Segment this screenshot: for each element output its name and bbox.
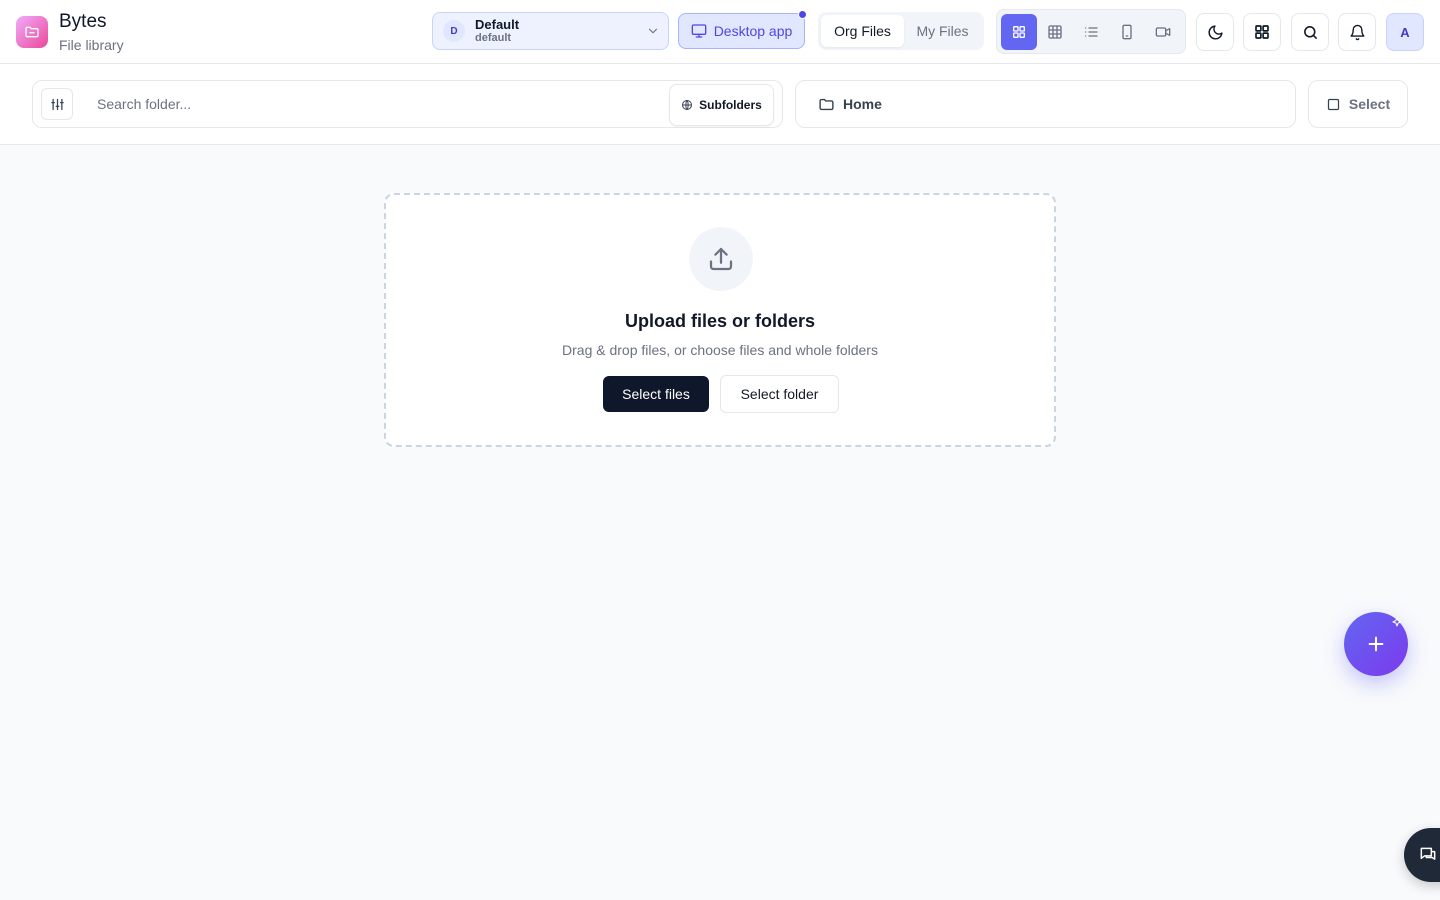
app-title: Bytes bbox=[59, 10, 107, 32]
search-icon bbox=[1302, 24, 1319, 41]
notifications-button[interactable] bbox=[1338, 13, 1376, 51]
theme-toggle-button[interactable] bbox=[1196, 13, 1234, 51]
subfolders-label: Subfolders bbox=[699, 98, 762, 112]
table-view-button[interactable] bbox=[1037, 14, 1073, 50]
notification-dot bbox=[798, 10, 807, 19]
workspace-avatar: D bbox=[443, 20, 465, 42]
moon-icon bbox=[1207, 24, 1224, 41]
folder-toolbar: Subfolders Home Select bbox=[0, 64, 1440, 145]
search-input[interactable] bbox=[97, 93, 657, 115]
breadcrumb[interactable]: Home bbox=[795, 80, 1296, 128]
ai-create-fab[interactable] bbox=[1344, 612, 1408, 676]
chevron-down-icon bbox=[646, 24, 660, 38]
global-search-button[interactable] bbox=[1291, 13, 1329, 51]
select-files-button[interactable]: Select files bbox=[603, 376, 709, 412]
monitor-icon bbox=[691, 23, 707, 39]
workspace-name: Default bbox=[475, 16, 520, 32]
chat-support-button[interactable] bbox=[1404, 828, 1440, 882]
list-view-icon bbox=[1083, 24, 1099, 40]
app-header: Bytes File library D Default default Des… bbox=[0, 0, 1440, 64]
app-subtitle: File library bbox=[59, 36, 124, 53]
tab-org-files[interactable]: Org Files bbox=[821, 15, 904, 47]
tab-my-files[interactable]: My Files bbox=[904, 15, 981, 47]
desktop-app-button[interactable]: Desktop app bbox=[678, 10, 807, 49]
scope-toggle: Org Files My Files bbox=[818, 12, 984, 50]
list-view-button[interactable] bbox=[1073, 14, 1109, 50]
mobile-view-button[interactable] bbox=[1109, 14, 1145, 50]
folder-search: Subfolders bbox=[32, 80, 783, 128]
apps-button[interactable] bbox=[1243, 13, 1281, 51]
dropzone-title: Upload files or folders bbox=[624, 311, 816, 331]
user-avatar[interactable]: A bbox=[1386, 13, 1424, 51]
desktop-app-label: Desktop app bbox=[713, 23, 793, 39]
upload-icon bbox=[689, 227, 753, 291]
grid-view-icon bbox=[1011, 24, 1027, 40]
folder-outline-icon bbox=[818, 96, 835, 113]
mobile-view-icon bbox=[1119, 24, 1135, 40]
sliders-icon bbox=[50, 97, 65, 112]
subfolders-toggle[interactable]: Subfolders bbox=[669, 84, 774, 126]
folder-icon bbox=[16, 16, 48, 48]
sparkle-icon bbox=[1390, 616, 1404, 630]
select-folder-button[interactable]: Select folder bbox=[720, 375, 839, 413]
bell-icon bbox=[1349, 24, 1366, 41]
apps-grid-icon bbox=[1253, 23, 1271, 41]
video-view-button[interactable] bbox=[1145, 14, 1181, 50]
grid-view-button[interactable] bbox=[1001, 13, 1037, 50]
video-view-icon bbox=[1155, 24, 1171, 40]
select-mode-button[interactable]: Select bbox=[1308, 80, 1408, 128]
table-view-icon bbox=[1047, 24, 1063, 40]
chat-icon bbox=[1418, 845, 1438, 865]
workspace-slug: default bbox=[475, 31, 512, 44]
dropzone-subtitle: Drag & drop files, or choose files and w… bbox=[562, 342, 878, 358]
checkbox-icon bbox=[1326, 97, 1341, 112]
upload-dropzone[interactable]: Upload files or folders Drag & drop file… bbox=[384, 193, 1056, 447]
select-label: Select bbox=[1348, 96, 1391, 112]
breadcrumb-home[interactable]: Home bbox=[843, 96, 882, 112]
filter-button[interactable] bbox=[41, 88, 73, 120]
workspace-selector[interactable]: D Default default bbox=[432, 12, 669, 50]
view-mode-switcher bbox=[996, 9, 1186, 54]
plus-icon bbox=[1365, 633, 1387, 655]
brand[interactable]: Bytes File library bbox=[16, 8, 124, 56]
globe-icon bbox=[681, 99, 693, 111]
